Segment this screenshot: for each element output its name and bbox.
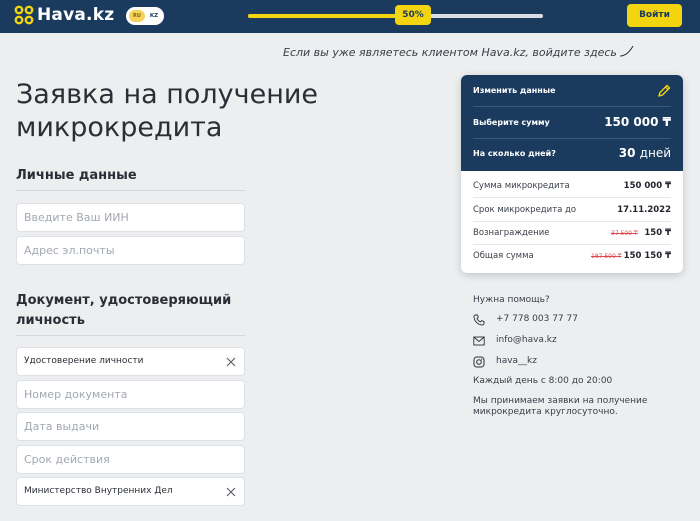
instagram-handle: hava__kz <box>496 356 537 366</box>
instagram-icon <box>473 356 485 368</box>
document-number-input[interactable]: Номер документа <box>16 380 245 409</box>
summary-row-label: Срок микрокредита до <box>473 205 577 215</box>
help-instagram[interactable]: hava__kz <box>473 355 537 369</box>
lang-kz-option[interactable]: KZ <box>147 10 161 22</box>
expiry-date-input[interactable]: Срок действия <box>16 445 245 474</box>
email-input[interactable]: Адрес эл.почты <box>16 236 245 265</box>
personal-data-heading: Личные данные <box>16 168 137 183</box>
email-address: info@hava.kz <box>496 335 557 345</box>
iin-placeholder: Введите Ваш ИИН <box>24 211 129 224</box>
iin-input[interactable]: Введите Ваш ИИН <box>16 203 245 232</box>
page-title: Заявка на получение микрокредита <box>16 79 319 143</box>
summary-row-label: Вознаграждение <box>473 228 550 238</box>
login-button[interactable]: Войти <box>627 4 682 27</box>
login-hint-link[interactable]: Если вы уже являетесь клиентом Hava.kz, … <box>283 46 617 59</box>
curved-arrow-icon <box>619 45 634 57</box>
help-title: Нужна помощь? <box>473 295 550 305</box>
panel-divider <box>473 138 671 139</box>
brand-name: Hava.kz <box>37 5 115 25</box>
top-header: Hava.kz RU KZ 50% Войти <box>0 0 700 33</box>
help-phone[interactable]: +7 778 003 77 77 <box>473 313 578 327</box>
row-divider <box>473 221 671 222</box>
summary-row-label: Сумма микрокредита <box>473 181 570 191</box>
amount-question: Выберите сумму <box>473 118 550 127</box>
help-email[interactable]: info@hava.kz <box>473 334 557 348</box>
expiry-date-placeholder: Срок действия <box>24 453 110 466</box>
brand-logo[interactable]: Hava.kz <box>14 5 114 25</box>
issue-date-input[interactable]: Дата выдачи <box>16 412 245 441</box>
help-note: Мы принимаем заявки на получение микрокр… <box>473 396 648 417</box>
row-divider <box>473 244 671 245</box>
days-number: 30 <box>618 146 636 160</box>
phone-number: +7 778 003 77 77 <box>496 314 578 324</box>
row-divider <box>473 197 671 198</box>
days-question: На сколько дней? <box>473 149 556 158</box>
lang-ru-option[interactable]: RU <box>129 10 145 22</box>
mail-icon <box>473 336 485 346</box>
summary-row-value: 150 150 ₸ <box>623 251 671 261</box>
days-unit: дней <box>639 146 671 160</box>
progress-badge: 50% <box>395 5 431 25</box>
issuer-value: Министерство Внутренних Дел <box>24 486 173 496</box>
document-heading: Документ, удостоверяющий личность <box>16 293 232 328</box>
summary-row-value: 150 ₸ <box>644 228 671 238</box>
clear-icon[interactable] <box>226 487 236 497</box>
progress-fill <box>248 14 396 18</box>
summary-row-value: 17.11.2022 <box>617 205 671 215</box>
edit-data-link[interactable]: Изменить данные <box>473 86 556 95</box>
phone-icon <box>473 314 485 326</box>
summary-row-label: Общая сумма <box>473 251 534 261</box>
pencil-icon[interactable] <box>657 84 671 98</box>
language-toggle[interactable]: RU KZ <box>126 7 164 25</box>
section-divider <box>16 190 245 191</box>
document-type-value: Удостоверение личности <box>24 356 144 366</box>
summary-row-value: 150 000 ₸ <box>623 181 671 191</box>
issuer-select[interactable]: Министерство Внутренних Дел <box>16 477 245 506</box>
loan-parameters-panel: Изменить данные Выберите сумму 150 000 ₸… <box>461 75 683 171</box>
loan-summary-card: Изменить данные Выберите сумму 150 000 ₸… <box>461 75 683 273</box>
section-divider <box>16 335 245 336</box>
document-type-select[interactable]: Удостоверение личности <box>16 347 245 376</box>
amount-value[interactable]: 150 000 ₸ <box>604 115 671 129</box>
old-price: 37 500 ₸ <box>611 230 638 237</box>
old-price: 187 500 ₸ <box>591 253 622 260</box>
issue-date-placeholder: Дата выдачи <box>24 420 100 433</box>
days-value[interactable]: 30 дней <box>619 146 671 160</box>
panel-divider <box>473 106 671 107</box>
clear-icon[interactable] <box>226 357 236 367</box>
document-number-placeholder: Номер документа <box>24 388 128 401</box>
email-placeholder: Адрес эл.почты <box>24 244 115 257</box>
logo-mark-icon <box>14 5 34 25</box>
working-hours: Каждый день с 8:00 до 20:00 <box>473 376 613 386</box>
